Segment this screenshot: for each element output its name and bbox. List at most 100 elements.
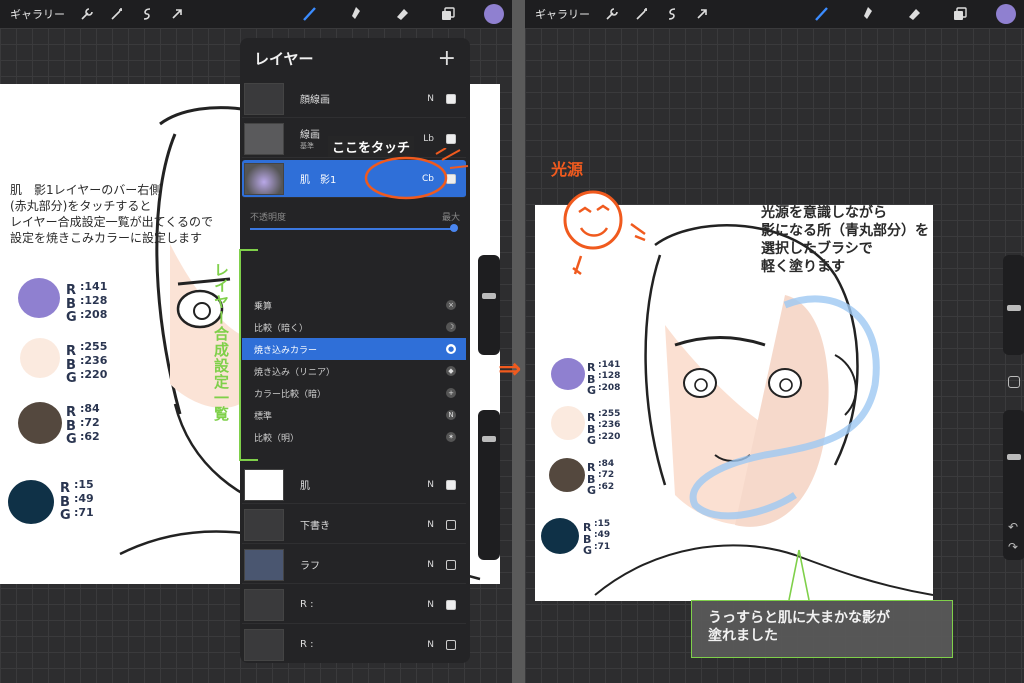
swatch-navy bbox=[541, 518, 579, 554]
opacity-label: 不透明度 bbox=[250, 213, 287, 223]
opacity-slider-handle[interactable] bbox=[450, 224, 458, 232]
normal-icon: N bbox=[446, 410, 456, 420]
brush-opacity-slider[interactable] bbox=[478, 410, 500, 560]
opacity-slider-track[interactable] bbox=[250, 228, 454, 230]
opacity-max-label: 最大 bbox=[441, 213, 460, 223]
swatch-3-values: :84:72:62 bbox=[598, 459, 615, 492]
layer-row-r-2[interactable]: R : N bbox=[242, 626, 466, 663]
blend-mode-button[interactable]: N bbox=[427, 94, 434, 104]
swatch-1-values: :141:128:208 bbox=[598, 360, 621, 393]
color-burn-icon: ● bbox=[446, 344, 456, 354]
swatch-4-values: :15:49:71 bbox=[74, 478, 94, 519]
layers-panel-header: レイヤー + bbox=[240, 38, 470, 78]
blend-mode-list: 乗算 × 比較（暗く） ☽ 焼き込みカラー ● 焼き込み（リニア） ◆ カラー比較（暗）… bbox=[242, 294, 466, 448]
undo-icon[interactable]: ↶ bbox=[1008, 520, 1018, 534]
color-picker-button[interactable] bbox=[996, 4, 1016, 24]
blend-mode-button[interactable]: N bbox=[427, 560, 434, 570]
smudge-icon[interactable] bbox=[858, 4, 878, 24]
eraser-icon[interactable] bbox=[904, 4, 924, 24]
brush-size-slider[interactable] bbox=[1003, 255, 1024, 355]
brush-icon[interactable] bbox=[812, 4, 832, 24]
layer-name: ラフ bbox=[300, 561, 320, 572]
blend-mode-darker-color[interactable]: カラー比較（暗） + bbox=[242, 382, 466, 404]
blend-mode-multiply[interactable]: 乗算 × bbox=[242, 294, 466, 316]
layer-visibility-checkbox[interactable] bbox=[446, 133, 456, 144]
right-note-line-1: 光源を意識しながら bbox=[761, 205, 887, 221]
green-bracket bbox=[239, 249, 258, 461]
layer-visibility-checkbox[interactable] bbox=[446, 559, 456, 570]
magic-wand-icon[interactable] bbox=[632, 4, 652, 24]
blend-mode-linear-burn[interactable]: 焼き込み（リニア） ◆ bbox=[242, 360, 466, 382]
blend-mode-color-burn[interactable]: 焼き込みカラー ● bbox=[242, 338, 466, 360]
gallery-button[interactable]: ギャラリー bbox=[535, 6, 590, 22]
wrench-icon[interactable] bbox=[602, 4, 622, 24]
green-pointer-line bbox=[788, 549, 810, 601]
layer-thumbnail bbox=[244, 468, 284, 501]
magic-wand-icon[interactable] bbox=[107, 4, 127, 24]
layer-name: 肌 bbox=[300, 481, 310, 492]
transform-arrow-icon[interactable] bbox=[692, 4, 712, 24]
transform-arrow-icon[interactable] bbox=[167, 4, 187, 24]
bottom-note-line-2: 塗れました bbox=[708, 628, 778, 645]
layer-visibility-checkbox[interactable] bbox=[446, 599, 456, 610]
swatch-2-values: :255:236:220 bbox=[80, 340, 108, 381]
layer-visibility-checkbox[interactable] bbox=[446, 639, 456, 650]
sun-doodle bbox=[563, 190, 646, 275]
color-picker-button[interactable] bbox=[484, 4, 504, 24]
blend-list-vertical-label: レイヤー合成設定一覧 bbox=[212, 262, 230, 422]
left-note-line-1: 肌 影1レイヤーのバー右側 bbox=[10, 183, 162, 197]
bottom-note-line-1: うっすらと肌に大まかな影が bbox=[708, 610, 890, 626]
selection-icon[interactable] bbox=[137, 4, 157, 24]
blend-mode-button[interactable]: N bbox=[427, 480, 434, 490]
brush-icon[interactable] bbox=[300, 4, 320, 24]
wrench-icon[interactable] bbox=[77, 4, 97, 24]
swatch-peach bbox=[20, 338, 60, 378]
layer-thumbnail bbox=[244, 122, 284, 155]
blend-mode-button[interactable]: N bbox=[427, 520, 434, 530]
layer-visibility-checkbox[interactable] bbox=[446, 479, 456, 490]
layer-row-rough[interactable]: ラフ N bbox=[242, 546, 466, 584]
layer-thumbnail bbox=[244, 162, 284, 195]
swatch-navy bbox=[8, 480, 54, 524]
top-toolbar: ギャラリー bbox=[525, 0, 1024, 28]
layer-row-skin[interactable]: 肌 N bbox=[242, 466, 466, 504]
layer-row-draft[interactable]: 下書き N bbox=[242, 506, 466, 544]
layers-icon[interactable] bbox=[950, 4, 970, 24]
sun-icon: ✶ bbox=[446, 432, 456, 442]
linear-burn-icon: ◆ bbox=[446, 366, 456, 376]
layer-name: R : bbox=[300, 639, 314, 650]
smudge-icon[interactable] bbox=[346, 4, 366, 24]
right-instruction-note: 光源を意識しながら 影になる所（青丸部分）を 選択したブラシで 軽く塗ります bbox=[761, 204, 991, 276]
add-layer-button[interactable]: + bbox=[438, 46, 456, 71]
blend-mode-darken[interactable]: 比較（暗く） ☽ bbox=[242, 316, 466, 338]
left-note-line-4: 設定を焼きこみカラーに設定します bbox=[10, 231, 203, 245]
layer-thumbnail bbox=[244, 588, 284, 621]
blend-mode-normal[interactable]: 標準 N bbox=[242, 404, 466, 426]
swatch-brown bbox=[18, 402, 62, 444]
blend-mode-button[interactable]: Lb bbox=[423, 134, 434, 144]
layer-thumbnail bbox=[244, 82, 284, 115]
layer-thumbnail bbox=[244, 548, 284, 581]
swatch-purple bbox=[18, 278, 60, 318]
brush-size-slider[interactable] bbox=[478, 255, 500, 355]
left-instruction-note: 肌 影1レイヤーのバー右側 (赤丸部分)をタッチすると レイヤー合成設定一覧が出… bbox=[10, 182, 250, 246]
modify-button[interactable] bbox=[1005, 372, 1023, 392]
layer-row-face-lineart[interactable]: 顔線画 N bbox=[242, 80, 466, 118]
layers-icon[interactable] bbox=[438, 4, 458, 24]
layer-visibility-checkbox[interactable] bbox=[446, 519, 456, 530]
swatch-2-values: :255:236:220 bbox=[598, 409, 621, 442]
blend-mode-button[interactable]: N bbox=[427, 640, 434, 650]
layer-visibility-checkbox[interactable] bbox=[446, 93, 456, 104]
eraser-icon[interactable] bbox=[392, 4, 412, 24]
layer-row-r-1[interactable]: R : N bbox=[242, 586, 466, 624]
opacity-row: 不透明度 最大 bbox=[250, 210, 460, 223]
redo-icon[interactable]: ↷ bbox=[1008, 540, 1018, 554]
gallery-button[interactable]: ギャラリー bbox=[10, 6, 65, 22]
blend-mode-lighten[interactable]: 比較（明） ✶ bbox=[242, 426, 466, 448]
blend-mode-button[interactable]: N bbox=[427, 600, 434, 610]
selection-icon[interactable] bbox=[662, 4, 682, 24]
brush-opacity-slider[interactable]: ↶ ↷ bbox=[1003, 410, 1024, 560]
layer-thumbnail bbox=[244, 508, 284, 541]
result-annotation-box: うっすらと肌に大まかな影が 塗れました bbox=[691, 600, 953, 658]
left-note-line-2: (赤丸部分)をタッチすると bbox=[10, 199, 152, 213]
